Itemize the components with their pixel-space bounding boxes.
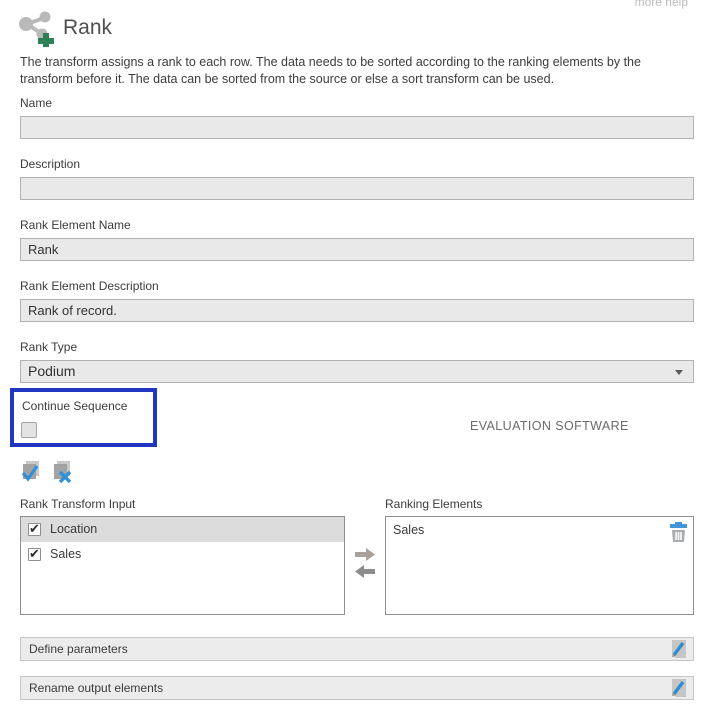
continue-sequence-checkbox[interactable] — [21, 422, 37, 438]
dialog-header: Rank — [20, 8, 694, 48]
name-input[interactable] — [20, 116, 694, 139]
rank-transform-dialog: more help Rank The transform assigns a r… — [0, 0, 706, 707]
page-title: Rank — [63, 16, 112, 40]
transform-add-icon — [20, 9, 54, 47]
description-label: Description — [20, 157, 694, 171]
rank-element-description-label: Rank Element Description — [20, 279, 694, 293]
rename-output-elements-label: Rename output elements — [29, 681, 163, 695]
ranking-item-sales[interactable]: Sales — [386, 517, 693, 543]
list-transfer-area: Rank Transform Input Location Sales — [20, 497, 694, 615]
chevron-down-icon — [675, 370, 683, 375]
rank-element-description-input[interactable] — [20, 299, 694, 322]
move-left-icon[interactable] — [355, 565, 375, 578]
rank-element-name-input[interactable] — [20, 238, 694, 261]
rename-output-elements-section[interactable]: Rename output elements — [20, 676, 694, 700]
edit-icon[interactable] — [669, 678, 689, 698]
rank-element-name-field-group: Rank Element Name — [20, 218, 694, 261]
list-item-label: Sales — [50, 547, 81, 561]
transform-description-text: The transform assigns a rank to each row… — [20, 54, 694, 88]
rank-type-dropdown[interactable]: Podium — [20, 360, 694, 383]
rank-type-selected-value: Podium — [28, 363, 75, 379]
deselect-all-icon[interactable] — [51, 460, 73, 483]
location-checkbox[interactable] — [28, 523, 41, 536]
list-item-sales[interactable]: Sales — [21, 542, 344, 567]
sales-checkbox[interactable] — [28, 548, 41, 561]
move-arrows — [345, 497, 385, 615]
ranking-elements-label: Ranking Elements — [385, 497, 694, 511]
description-field-group: Description — [20, 157, 694, 200]
description-input[interactable] — [20, 177, 694, 200]
rank-transform-input-list[interactable]: Location Sales — [20, 516, 345, 615]
ranking-elements-list[interactable]: Sales — [385, 516, 694, 615]
rank-element-description-field-group: Rank Element Description — [20, 279, 694, 322]
delete-icon[interactable] — [669, 522, 688, 543]
more-help-link[interactable]: more help — [635, 0, 688, 9]
select-all-icon[interactable] — [20, 460, 42, 483]
rank-type-field-group: Rank Type Podium — [20, 340, 694, 383]
name-field-group: Name — [20, 96, 694, 139]
rank-transform-input-label: Rank Transform Input — [20, 497, 345, 511]
rank-type-label: Rank Type — [20, 340, 694, 354]
edit-icon[interactable] — [669, 639, 689, 659]
move-right-icon[interactable] — [355, 548, 375, 561]
define-parameters-label: Define parameters — [29, 642, 128, 656]
continue-sequence-label: Continue Sequence — [22, 399, 694, 413]
evaluation-watermark: EVALUATION SOFTWARE — [470, 419, 629, 433]
list-item-label: Location — [50, 522, 97, 536]
ranking-elements-column: Ranking Elements Sales — [385, 497, 694, 615]
name-label: Name — [20, 96, 694, 110]
rank-element-name-label: Rank Element Name — [20, 218, 694, 232]
rank-transform-input-column: Rank Transform Input Location Sales — [20, 497, 345, 615]
list-toolbar — [20, 460, 694, 483]
list-item-location[interactable]: Location — [21, 517, 344, 542]
define-parameters-section[interactable]: Define parameters — [20, 637, 694, 661]
